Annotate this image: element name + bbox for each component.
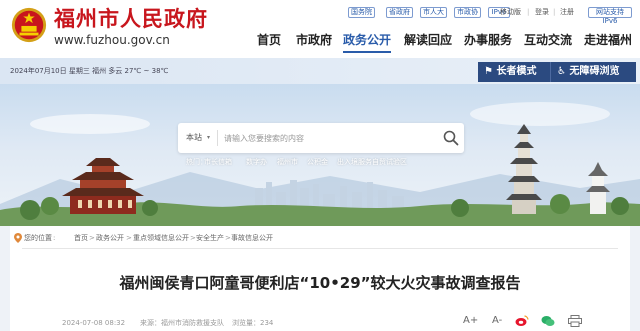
register-link[interactable]: 注册 <box>560 7 574 18</box>
weibo-icon[interactable] <box>515 315 529 327</box>
login-link[interactable]: 登录 <box>535 7 549 18</box>
link-municipal-cppcc[interactable]: 市政协 <box>454 7 481 18</box>
elder-icon: ⚑ <box>484 66 493 77</box>
elder-mode-label: 长者模式 <box>496 66 537 77</box>
publish-date: 2024-07-08 08:32 <box>62 319 126 327</box>
city-skyline-illustration <box>0 102 640 226</box>
location-icon <box>14 233 22 243</box>
emblem-icon <box>11 7 47 43</box>
link-provincial-gov[interactable]: 省政府 <box>386 7 413 18</box>
site-title[interactable]: 福州市人民政府 <box>54 7 208 31</box>
accessibility-icon: ♿ <box>557 66 566 77</box>
hot-word-fuzhou[interactable]: 福州市 <box>277 157 298 167</box>
search-divider <box>217 130 218 146</box>
site-url: www.fuzhou.gov.cn <box>54 33 170 47</box>
nav-services[interactable]: 办事服务 <box>464 32 512 48</box>
search-scope-select[interactable]: 本站 <box>186 132 202 144</box>
nav-gov-affairs[interactable]: 政务公开 <box>343 32 391 48</box>
nav-active-indicator <box>343 51 391 53</box>
hot-word-mayor-mailbox[interactable]: 市长信箱 <box>204 157 232 167</box>
divider <box>22 248 618 249</box>
separator: | <box>553 8 556 16</box>
hot-word-housing-fund[interactable]: 公积金 <box>307 157 328 167</box>
nav-home[interactable]: 首页 <box>257 32 281 48</box>
separator: | <box>527 8 530 16</box>
nav-interpretation[interactable]: 解读回应 <box>404 32 452 48</box>
hot-word-exit-entry[interactable]: 出入境服务 <box>337 157 372 167</box>
link-state-council[interactable]: 国务院 <box>348 7 375 18</box>
hero-banner <box>0 84 640 226</box>
hot-word-digital-office[interactable]: 数字办 <box>246 157 267 167</box>
wechat-icon[interactable] <box>541 315 555 327</box>
date-weather: 2024年07月10日 星期三 福州 多云 27℃ ~ 38℃ <box>10 67 169 75</box>
article-source: 来源：福州市消防救援支队 <box>140 319 224 327</box>
search-input[interactable] <box>224 131 434 145</box>
breadcrumb-separator: > <box>126 234 132 242</box>
breadcrumb-separator: : <box>53 234 56 242</box>
hot-word-free-trade-zone[interactable]: 自贸试验区 <box>372 157 407 167</box>
breadcrumb-separator: > <box>89 234 95 242</box>
font-increase-button[interactable]: A+ <box>463 314 478 328</box>
breadcrumb-home[interactable]: 首页 <box>74 233 88 243</box>
accessibility-label: 无障碍浏览 <box>569 66 620 77</box>
search-icon[interactable] <box>442 129 460 147</box>
font-decrease-button[interactable]: A- <box>492 314 502 328</box>
nav-interaction[interactable]: 互动交流 <box>524 32 572 48</box>
ipv6-badge: 网站支持IPv6 <box>588 7 632 25</box>
breadcrumb-location-label: 您的位置 <box>24 234 52 242</box>
nav-about-fuzhou[interactable]: 走进福州 <box>584 32 632 48</box>
view-count: 浏览量：234 <box>232 319 274 327</box>
breadcrumb-gov-affairs[interactable]: 政务公开 <box>96 233 124 243</box>
mobile-version-link[interactable]: 移动版 <box>500 7 521 18</box>
breadcrumb-key-areas[interactable]: 重点领域信息公开 <box>133 233 189 243</box>
article-title: 福州闽侯青口阿童哥便利店“10•29”较大火灾事故调查报告 <box>119 274 521 292</box>
accessibility-button[interactable]: ♿ 无障碍浏览 <box>550 62 636 82</box>
breadcrumb-accident-info[interactable]: 事故信息公开 <box>231 233 273 243</box>
breadcrumb-separator: > <box>225 234 231 242</box>
breadcrumb-separator: > <box>190 234 196 242</box>
chevron-down-icon: ▾ <box>207 134 211 141</box>
link-municipal-congress[interactable]: 市人大 <box>420 7 447 18</box>
nav-city-gov[interactable]: 市政府 <box>296 32 332 48</box>
print-icon[interactable] <box>568 315 582 327</box>
elder-mode-button[interactable]: ⚑ 长者模式 <box>478 62 550 82</box>
breadcrumb-work-safety[interactable]: 安全生产 <box>196 233 224 243</box>
